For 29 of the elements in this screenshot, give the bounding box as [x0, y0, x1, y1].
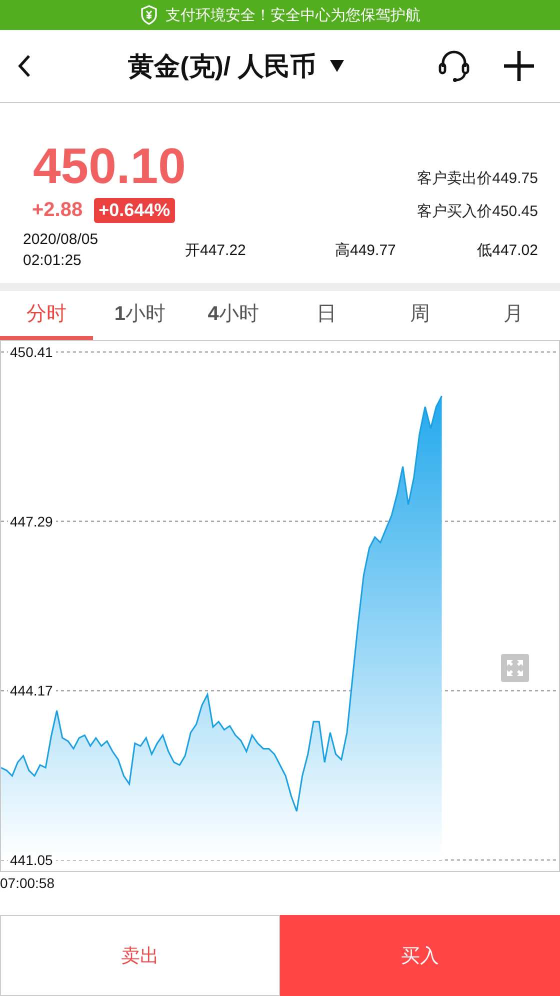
- quote-time: 02:01:25: [23, 252, 82, 269]
- percent-change-badge: +0.644%: [94, 198, 176, 223]
- buy-price: 客户买入价450.45: [417, 202, 538, 221]
- sell-price: 客户卖出价449.75: [417, 169, 538, 188]
- start-time-label: 07:00:58: [0, 875, 54, 891]
- headset-icon[interactable]: [438, 50, 470, 82]
- period-tab[interactable]: 日: [280, 291, 374, 340]
- expand-icon: [505, 658, 525, 678]
- period-tab[interactable]: 月: [466, 291, 560, 340]
- shield-icon: [140, 5, 158, 25]
- y-axis-label: 444.17: [10, 682, 53, 699]
- high-price: 高449.77: [335, 240, 397, 260]
- y-axis-label: 441.05: [10, 852, 53, 868]
- current-price: 450.10: [33, 139, 186, 193]
- y-axis-label: 447.29: [10, 513, 53, 530]
- dropdown-caret-icon[interactable]: [330, 60, 344, 72]
- period-tab[interactable]: 周: [373, 291, 467, 340]
- price-change: +2.88: [32, 199, 83, 222]
- quote-date: 2020/08/05: [23, 231, 100, 248]
- sell-button[interactable]: 卖出: [0, 915, 280, 996]
- period-tab[interactable]: 分时: [0, 291, 94, 340]
- low-price: 低447.02: [477, 240, 538, 260]
- security-banner-text: 支付环境安全！安全中心为您保驾护航: [166, 6, 420, 24]
- period-tab[interactable]: 1小时: [93, 291, 187, 340]
- open-price: 开447.22: [185, 240, 247, 260]
- plus-icon[interactable]: [504, 51, 534, 81]
- y-axis-label: 450.41: [10, 344, 53, 360]
- page-title: 黄金(克)/ 人民币: [128, 50, 316, 82]
- period-tab[interactable]: 4小时: [186, 291, 280, 340]
